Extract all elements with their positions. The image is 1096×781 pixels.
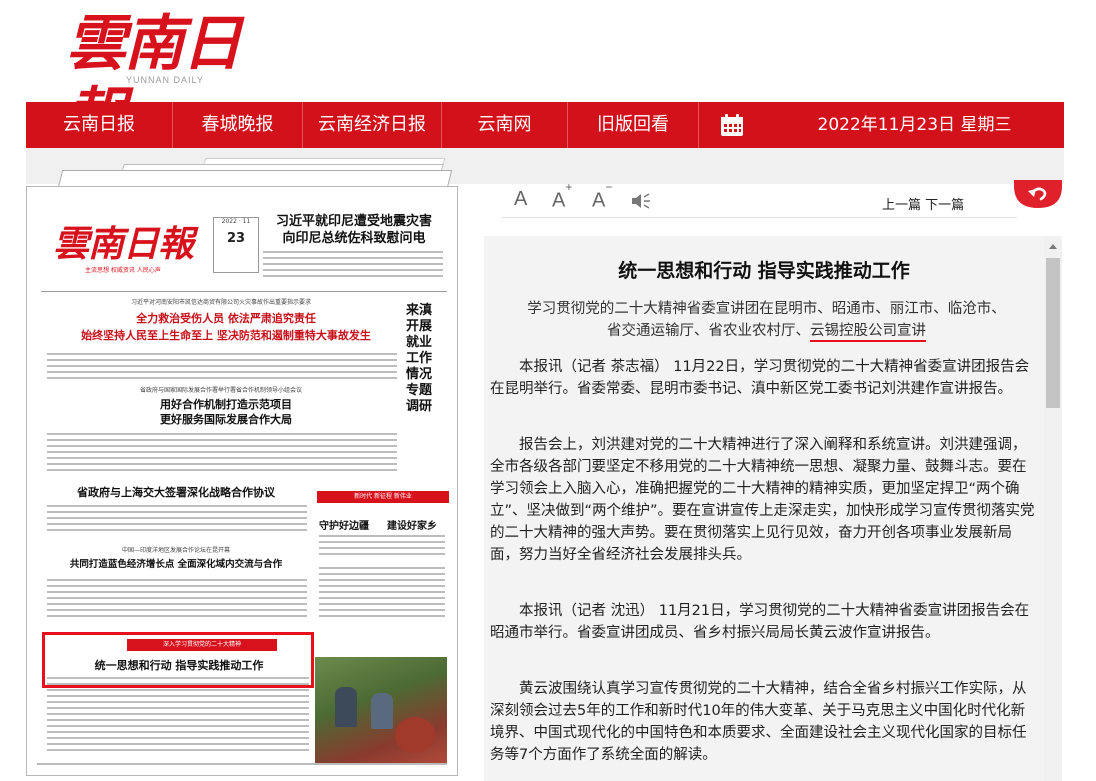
thumb-issue-date: 2022 · 11 <box>221 218 251 225</box>
page: 雲南日報 YUNNAN DAILY 云南日报 春城晚报 云南经济日报 云南网 旧… <box>0 0 1096 781</box>
thumb-footer-line <box>37 763 447 765</box>
thumb-subhead-a[interactable]: 守护好边疆 <box>319 517 369 532</box>
calendar-icon[interactable] <box>699 102 765 148</box>
subtitle-line-1: 学习贯彻党的二十大精神省委宣讲团在昆明市、昭通市、丽江市、临沧市、 <box>527 301 1006 317</box>
next-article-link[interactable]: 下一篇 <box>925 198 964 213</box>
nav-item-yunnan-economic-daily[interactable]: 云南经济日报 <box>303 102 441 148</box>
prev-article-link[interactable]: 上一篇 <box>882 198 921 213</box>
top-nav-bar: 云南日报 春城晚报 云南经济日报 云南网 旧版回看 2022年11月23日 星期… <box>26 102 1064 148</box>
thumb-kicker-2: 省政府与国家国际发展合作署举行署省合作机制领导小组会议 <box>139 387 302 394</box>
font-increase-sign: + <box>565 180 573 194</box>
thumb-headline-1b[interactable]: 始终坚持人民至上生命至上 坚决防范和遏制重特大事故发生 <box>41 328 411 343</box>
font-decrease-letter: A <box>592 189 606 212</box>
thumb-kicker-1: 习近平对河南安阳市凯信达商贸有限公司火灾事故作出重要指示要求 <box>130 299 311 306</box>
article-title: 统一思想和行动 指导实践推动工作 <box>618 260 910 282</box>
subtitle-underlined-org: 云锡控股公司宣讲 <box>810 323 926 342</box>
thumb-logo: 雲南日報 <box>53 223 194 265</box>
thumb-issue-number: 23 <box>226 231 246 246</box>
article-paragraph: 黄云波围绕认真学习宣传贯彻党的二十大精神，结合全省乡村振兴工作实际，从深刻领会过… <box>490 681 1027 763</box>
article-paragraph: 本报讯（记者 茶志福） 11月22日，学习贯彻党的二十大精神省委宣讲团报告会在昆… <box>490 359 1030 397</box>
font-size-increase-button[interactable]: A+ <box>552 180 572 213</box>
thumb-red-banner: 新时代 新征程 新伟业 <box>317 491 449 503</box>
thumb-headline-2[interactable]: 用好合作机制打造示范项目 更好服务国际发展合作大局 <box>41 397 411 427</box>
article-paragraph: 报告会上，刘洪建对党的二十大精神进行了深入阐释和系统宣讲。刘洪建强调，全市各级各… <box>490 437 1035 563</box>
selected-article-highlight[interactable] <box>42 632 314 688</box>
scrollbar-thumb[interactable] <box>1046 258 1060 408</box>
thumb-issue-box: 2022 · 11 23 <box>213 217 259 273</box>
nav-item-old-version[interactable]: 旧版回看 <box>568 102 698 148</box>
scroll-up-arrow[interactable] <box>1049 244 1057 249</box>
article-toolbar: A A+ A− 上一篇 下一篇 <box>502 180 1062 218</box>
nav-item-chuncheng-evening[interactable]: 春城晚报 <box>173 102 302 148</box>
article-scrollbar[interactable] <box>1044 236 1062 781</box>
logo-english: YUNNAN DAILY <box>126 75 204 85</box>
thumb-headline-3[interactable]: 省政府与上海交大签署深化战略合作协议 <box>41 485 311 500</box>
thumb-headline-4[interactable]: 共同打造蓝色经济增长点 全面深化域内交流与合作 <box>41 557 311 572</box>
subtitle-line-2a: 省交通运输厅、省农业农村厅、 <box>607 323 810 339</box>
current-date[interactable]: 2022年11月23日 星期三 <box>765 102 1064 148</box>
font-increase-letter: A <box>552 189 566 212</box>
article-pager: 上一篇 下一篇 <box>882 194 964 213</box>
toolbar-divider <box>502 217 1017 218</box>
nav-item-yunnan-net[interactable]: 云南网 <box>442 102 567 148</box>
article-paragraph: 本报讯（记者 沈迅） 11月21日，学习贯彻党的二十大精神省委宣讲团报告会在昭通… <box>490 603 1030 641</box>
font-decrease-sign: − <box>605 180 613 194</box>
font-size-decrease-button[interactable]: A− <box>592 180 612 213</box>
thumb-slogan: 主流思想 权威资讯 人民心声 <box>85 267 161 274</box>
nav-item-yunnan-daily[interactable]: 云南日报 <box>26 102 172 148</box>
thumb-kicker-4: 中国—印度洋地区发展合作论坛在昆开幕 <box>121 547 230 554</box>
thumb-headline-1[interactable]: 全力救治受伤人员 依法严肃追究责任 <box>41 311 411 326</box>
font-size-normal-button[interactable]: A <box>514 188 527 211</box>
back-arrow-icon[interactable] <box>1014 180 1062 208</box>
speaker-icon[interactable] <box>630 192 652 216</box>
yunnan-daily-logo[interactable]: 雲南日報 YUNNAN DAILY <box>66 8 266 151</box>
thumb-photo <box>315 657 447 763</box>
thumb-subhead-b[interactable]: 建设好家乡 <box>387 517 437 532</box>
thumb-headline-top[interactable]: 习近平就印尼遭受地震灾害 向印尼总统佐科致慰问电 <box>259 213 449 247</box>
article-subtitle: 学习贯彻党的二十大精神省委宣讲团在昆明市、昭通市、丽江市、临沧市、 省交通运输厅… <box>494 298 1039 342</box>
article-panel: 统一思想和行动 指导实践推动工作 学习贯彻党的二十大精神省委宣讲团在昆明市、昭通… <box>484 236 1062 781</box>
